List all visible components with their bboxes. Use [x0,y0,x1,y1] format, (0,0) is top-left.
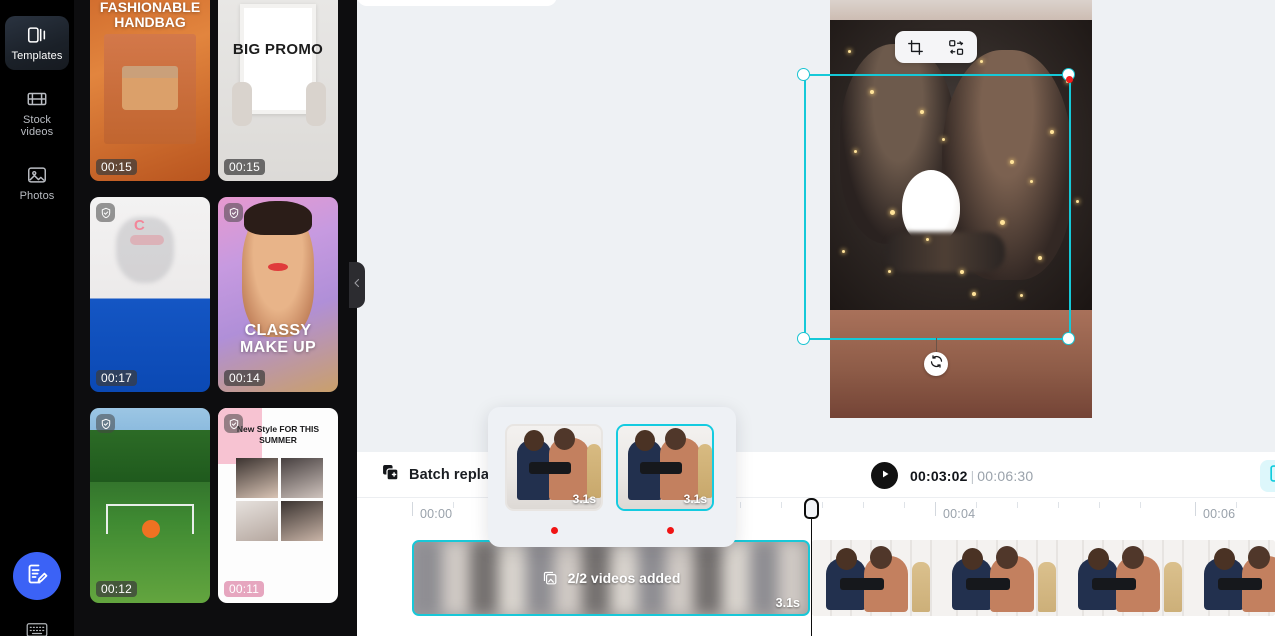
clip-overlay: 2/2 videos added [414,542,808,614]
resize-handle-top-left[interactable] [797,68,810,81]
template-card[interactable]: New Style FOR THIS SUMMER 00:11 [218,408,338,603]
ruler-label: 00:06 [1203,507,1236,521]
templates-grid: FASHIONABLE HANDBAG 00:15 BIG PROMO 00:1… [90,0,338,603]
templates-panel: FASHIONABLE HANDBAG 00:15 BIG PROMO 00:1… [74,0,357,636]
template-card-title: BIG PROMO [232,41,324,58]
template-card[interactable]: FASHIONABLE HANDBAG 00:15 [90,0,210,181]
film-strip-icon [26,88,48,110]
template-duration-badge: 00:15 [96,159,138,175]
popup-keyframe-dot [551,527,558,534]
sidebar-item-stock-videos[interactable]: Stock videos [5,80,69,146]
stacked-media-icon [542,570,559,587]
clip-duration: 3.1s [775,596,800,610]
sidebar-item-photos[interactable]: Photos [5,156,69,210]
resize-handle-bottom-left[interactable] [797,332,810,345]
shield-check-icon [224,203,243,222]
timeline-clip-selected[interactable]: 2/2 videos added 3.1s [412,540,810,616]
popup-thumbnail-duration: 3.1s [683,492,707,506]
keyframe-marker [1066,76,1073,83]
popup-thumbnail-duration: 3.1s [572,492,596,506]
canvas-stage [357,0,1275,452]
sidebar-item-photos-label: Photos [19,189,55,202]
resize-handle-bottom-right[interactable] [1062,332,1075,345]
video-editor-app: Templates Stock videos Photos FASHIONABL… [0,0,1275,636]
shield-check-icon [96,203,115,222]
playhead-knob[interactable] [804,498,819,519]
popup-keyframe-dot [667,527,674,534]
sparkle-overlay [830,20,1092,310]
play-button[interactable] [871,462,898,489]
batch-replace-icon [381,463,400,486]
shield-check-icon [224,414,243,433]
current-time: 00:03:02 [910,467,968,484]
total-time: 00:06:30 [977,467,1034,484]
template-duration-badge: 00:12 [96,581,138,597]
popup-thumbnail[interactable]: 3.1s [505,424,603,511]
playhead[interactable] [804,498,819,636]
filmstrip-frame [1064,540,1190,616]
clip-overlay-text: 2/2 videos added [567,570,681,586]
canvas-bottom-band [830,310,1092,418]
replace-media-icon[interactable] [948,39,965,56]
template-card[interactable]: 00:12 [90,408,210,603]
template-card-title: CLASSY MAKE UP [240,322,316,356]
document-edit-icon [25,562,49,591]
sidebar-item-templates[interactable]: Templates [5,16,69,70]
timeline-track: 2/2 videos added 3.1s [357,540,1275,620]
media-selection-popup: 3.1s 3.1s [488,407,736,547]
rotate-handle[interactable] [924,352,948,376]
aspect-ratio-button[interactable] [1260,460,1275,492]
template-duration-badge: 00:15 [224,159,266,175]
templates-icon [26,24,48,46]
play-icon [879,467,891,485]
crop-icon[interactable] [907,39,924,56]
top-sheet-panel [357,0,557,6]
batch-replace-label: Batch replac [409,466,498,483]
time-separator: | [970,467,975,484]
popup-thumbnail-selected[interactable]: 3.1s [616,424,714,511]
create-edit-button[interactable] [13,552,61,600]
template-duration-badge: 00:17 [96,370,138,386]
template-card[interactable]: C 00:17 [90,197,210,392]
left-sidebar: Templates Stock videos Photos [0,0,74,636]
filmstrip-frame [1190,540,1275,616]
template-card[interactable]: BIG PROMO 00:15 [218,0,338,181]
canvas-video-frame [830,20,1092,310]
template-duration-badge: 00:14 [224,370,266,386]
shield-check-icon [96,414,115,433]
filmstrip-frame [812,540,938,616]
batch-replace-button[interactable]: Batch replac [381,463,497,486]
template-duration-badge: 00:11 [224,581,265,597]
ruler-label: 00:04 [943,507,976,521]
timeline-filmstrip[interactable] [812,540,1275,616]
sidebar-item-templates-label: Templates [11,50,63,62]
template-card[interactable]: CLASSY MAKE UP 00:12 00:14 [218,197,338,392]
playback-controls: 00:03:02 | 00:06:30 [871,462,1033,489]
filmstrip-frame [938,540,1064,616]
template-card-title: FASHIONABLE HANDBAG [99,0,201,30]
rotate-icon [929,354,944,374]
canvas-top-band [830,0,1092,20]
media-toolbar [895,31,977,63]
ruler-label: 00:00 [420,507,453,521]
sidebar-item-stock-videos-label: Stock videos [20,113,54,139]
aspect-ratio-icon [1268,464,1275,488]
keyboard-icon[interactable] [26,622,48,636]
collapse-panel-button[interactable] [349,262,365,308]
chevron-left-icon [351,276,363,294]
photo-icon [26,164,48,186]
